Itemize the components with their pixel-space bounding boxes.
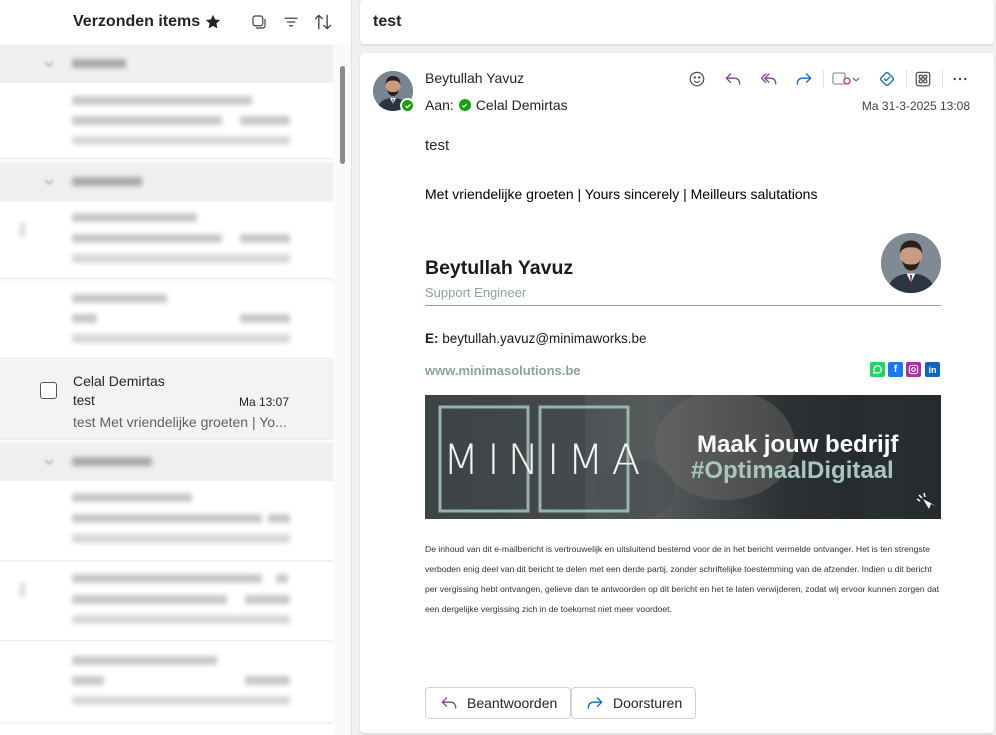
list-header: Verzonden items [0,0,351,44]
loop-icon[interactable] [875,67,899,91]
signature-email-label: E: [425,331,439,346]
tag-icon[interactable] [830,67,864,91]
message-list-pane: Verzonden items Celal Demirtas test Ma 1… [0,0,352,735]
signature-role: Support Engineer [425,285,527,300]
reading-pane: Beytullah Yavuz Aan: Celal Demirtas Ma 3… [360,53,994,733]
recipients-row: Aan: Celal Demirtas [425,97,568,113]
list-item[interactable] [0,83,333,159]
banner-tagline-1: Maak jouw bedrijf [697,431,899,458]
signature-email-link[interactable]: beytullah.yavuz@minimaworks.be [442,331,646,346]
signature-email-row: E: beytullah.yavuz@minimaworks.be [425,331,647,346]
select-icon[interactable] [249,12,269,32]
filter-icon[interactable] [281,12,301,32]
signature-divider [425,305,941,306]
subject-bar: test [360,0,994,44]
list-item-time: Ma 13:07 [238,395,289,409]
more-icon[interactable] [948,67,972,91]
message-date: Ma 31-3-2025 13:08 [861,99,970,113]
group-header[interactable] [0,45,333,83]
forward-button-label: Doorsturen [613,695,683,711]
list-item[interactable] [0,283,333,359]
presence-available-icon [400,98,415,113]
whatsapp-icon[interactable] [870,362,885,377]
list-item[interactable] [0,725,333,735]
signature-banner[interactable]: MINIMA Maak jouw bedrijf #OptimaalDigita… [425,395,941,519]
list-item-selected[interactable]: Celal Demirtas test Ma 13:07 test Met vr… [0,360,333,440]
message-body-text: test [425,137,450,154]
recipient-presence-icon [458,99,471,111]
message-toolbar [360,67,994,91]
list-item[interactable] [0,645,333,723]
star-icon[interactable] [203,12,223,32]
signature-photo [881,233,941,293]
conversation-subject: test [373,13,402,30]
signature-regards: Met vriendelijke groeten | Yours sincere… [425,186,818,202]
instagram-icon[interactable] [906,362,921,377]
list-item[interactable] [0,203,333,279]
to-label: Aan: [425,97,454,113]
sort-icon[interactable] [313,12,333,32]
list-scrollbar[interactable] [340,66,345,164]
list-item-sender: Celal Demirtas [73,373,165,389]
facebook-icon[interactable]: f [888,362,903,377]
apps-icon[interactable] [911,67,935,91]
signature-disclaimer: De inhoud van dit e-mailbericht is vertr… [425,544,940,614]
list-item[interactable] [0,481,333,561]
signature-name: Beytullah Yavuz [425,257,574,279]
reply-button[interactable]: Beantwoorden [425,687,572,719]
folder-title: Verzonden items [73,13,201,30]
list-item-preview: test Met vriendelijke groeten | Yo... [73,414,287,430]
recipient-name[interactable]: Celal Demirtas [476,97,568,113]
forward-icon[interactable] [792,67,816,91]
reply-icon[interactable] [721,67,745,91]
list-item[interactable] [0,563,333,641]
emoji-icon[interactable] [685,67,709,91]
forward-icon [587,697,603,709]
select-checkbox[interactable] [40,382,57,399]
linkedin-icon[interactable]: in [925,362,940,377]
group-header[interactable] [0,443,333,481]
forward-button[interactable]: Doorsturen [571,687,697,719]
group-header[interactable] [0,163,333,201]
signature-website-link[interactable]: www.minimasolutions.be [425,363,581,378]
list-item-subject: test [73,393,95,408]
banner-logo: MINIMA [443,435,649,484]
reply-icon [441,697,457,709]
banner-tagline-2: #OptimaalDigitaal [691,457,894,484]
reply-button-label: Beantwoorden [467,695,558,711]
reply-all-icon[interactable] [757,67,781,91]
